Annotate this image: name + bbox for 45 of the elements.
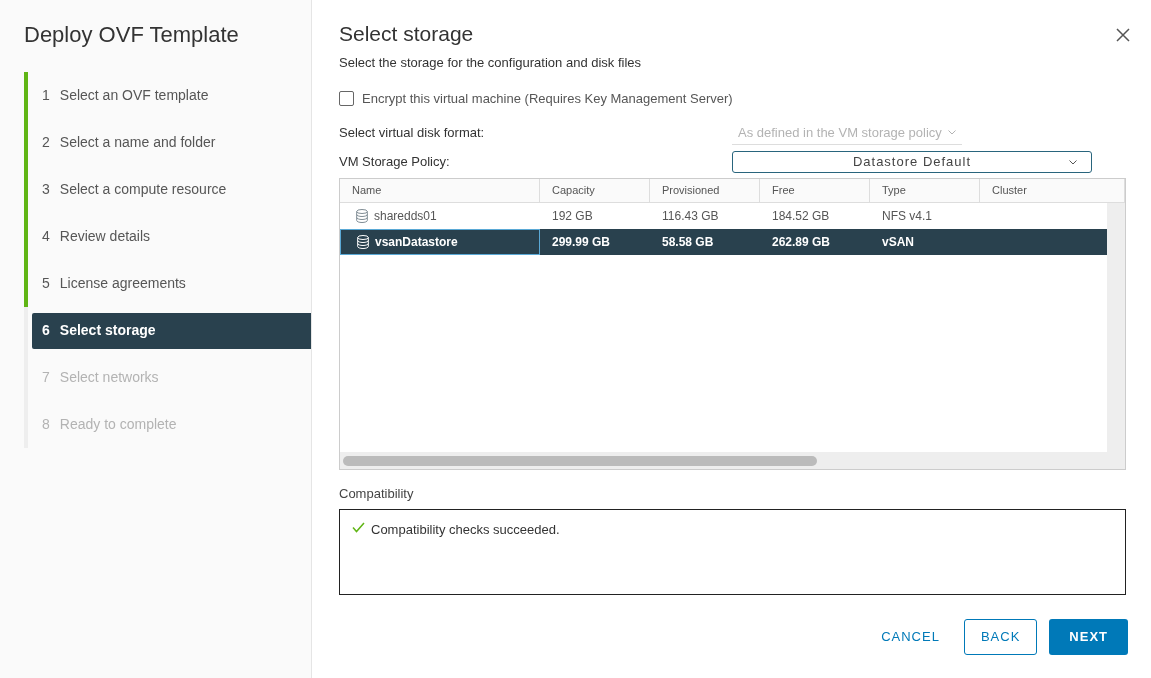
wizard-step[interactable]: 2 Select a name and folder (32, 124, 311, 161)
wizard-step[interactable]: 5 License agreements (32, 265, 311, 302)
database-icon (357, 235, 369, 249)
table-cell-text: 299.99 GB (552, 234, 611, 251)
page-subtitle: Select the storage for the configuration and disk files (339, 54, 643, 72)
caret-icon (947, 130, 956, 135)
encrypt-checkbox[interactable] (339, 90, 354, 106)
column-header[interactable]: Free (760, 179, 870, 202)
table-cell-text: 58.58 GB (662, 234, 714, 251)
table-cell-text: NFS v4.1 (882, 208, 932, 225)
table-cell-text: sharedds01 (374, 208, 437, 225)
disk-format-label: Select virtual disk format: (339, 124, 486, 143)
vertical-scrollbar-track[interactable] (1107, 203, 1125, 452)
wizard-title: Deploy OVF Template (23, 21, 240, 49)
wizard-step[interactable]: 4 Review details (32, 218, 311, 255)
column-header[interactable]: Provisioned (650, 179, 760, 202)
table-cell-text: 262.89 GB (772, 234, 831, 251)
wizard-step[interactable]: 1 Select an OVF template (32, 77, 311, 114)
wizard-step[interactable]: 6 Select storage (32, 312, 311, 349)
storage-policy-label: VM Storage Policy: (339, 153, 451, 172)
footer-button[interactable]: CANCEL (869, 618, 952, 655)
column-header[interactable]: Type (870, 179, 980, 202)
table-cell-text: 116.43 GB (662, 208, 719, 225)
table-row[interactable]: vsanDatastore 299.99 GB 58.58 GB 262.89 GB vSAN (340, 229, 1107, 255)
table-cell-text: 192 GB (552, 208, 593, 225)
table-row[interactable]: sharedds01 192 GB 116.43 GB 184.52 GB NFS v4.1 (340, 203, 1107, 229)
footer-button[interactable]: NEXT (1049, 618, 1128, 655)
compatibility-label: Compatibility (339, 485, 415, 503)
horizontal-scrollbar-thumb[interactable] (343, 455, 817, 466)
close-icon[interactable] (1116, 28, 1130, 42)
table-cell-text: 184.52 GB (772, 208, 830, 225)
column-header[interactable]: Capacity (540, 179, 650, 202)
storage-policy-dropdown[interactable]: Datastore Default (732, 151, 1092, 173)
footer-button[interactable]: BACK (963, 618, 1038, 655)
column-header[interactable]: Name (340, 179, 540, 202)
checkmark-icon (352, 521, 365, 533)
encrypt-label: Encrypt this virtual machine (Requires Key Management Server) (362, 89, 733, 108)
caret-icon (1069, 159, 1077, 165)
wizard-step[interactable]: 3 Select a compute resource (32, 171, 311, 208)
table-cell-text: vsanDatastore (375, 234, 458, 251)
database-icon (356, 209, 368, 223)
page-title: Select storage (339, 21, 474, 47)
column-header[interactable]: Cluster (980, 179, 1125, 202)
compatibility-message: Compatibility checks succeeded. (371, 520, 560, 539)
table-cell-text: vSAN (882, 234, 914, 251)
